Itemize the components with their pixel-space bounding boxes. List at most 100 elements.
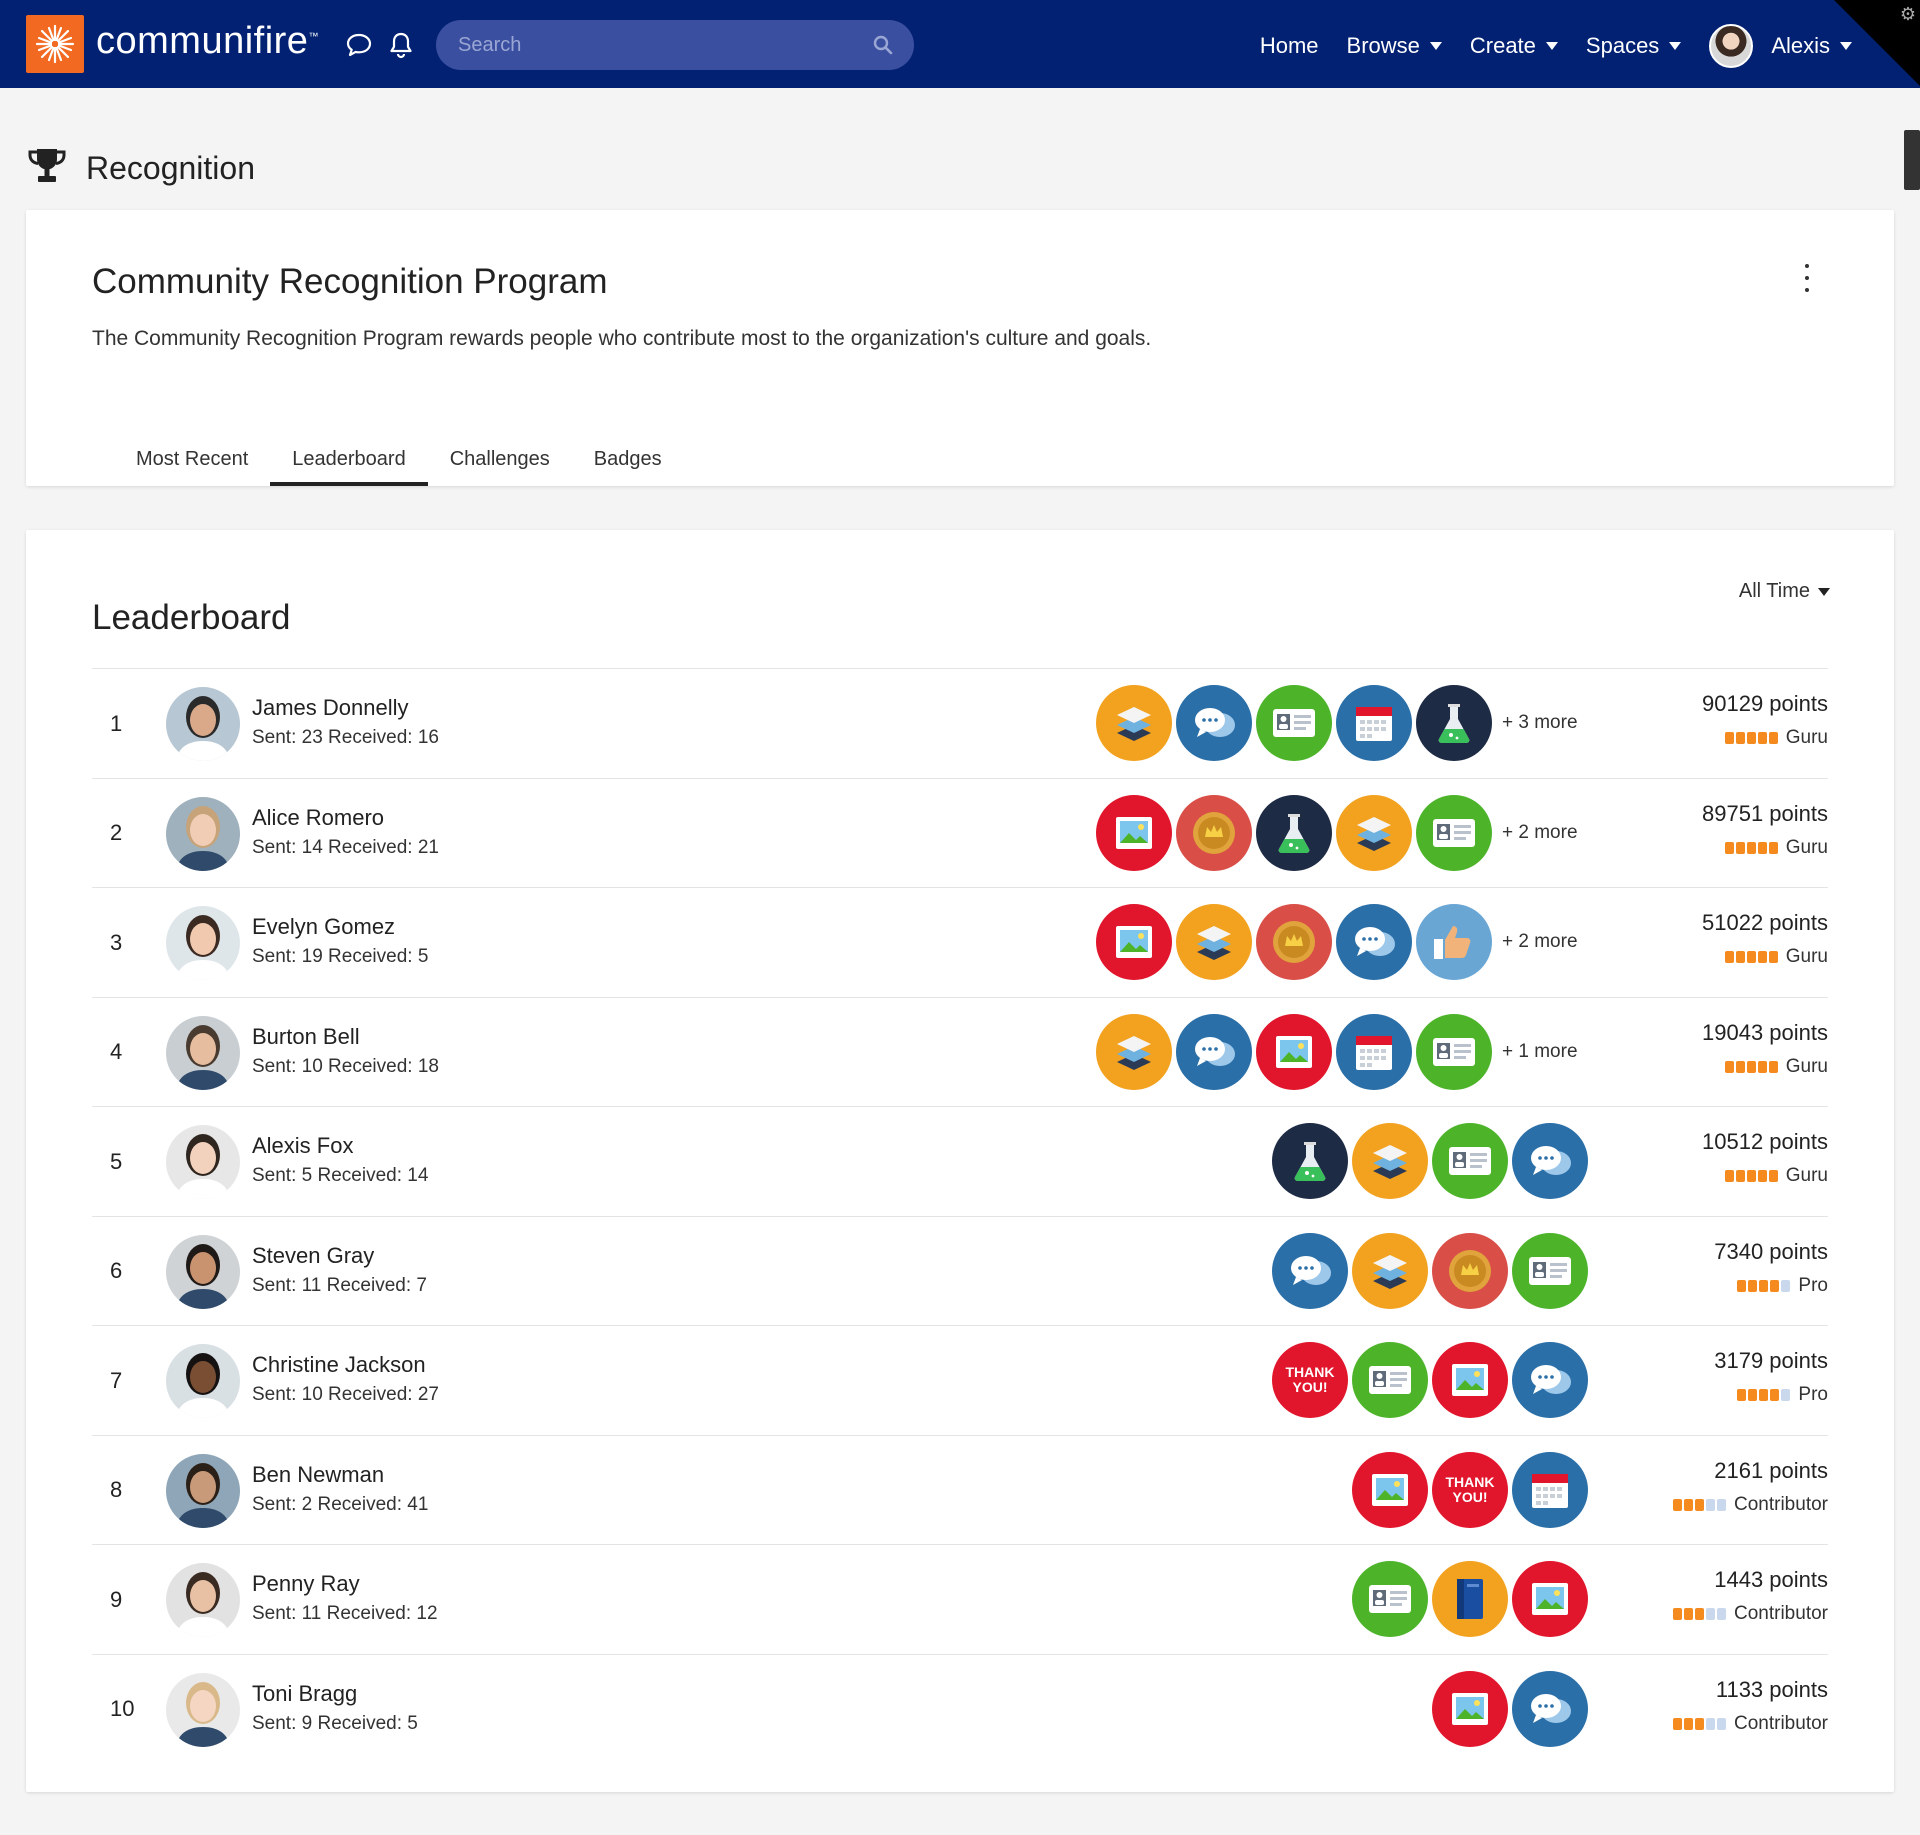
chat-badge-icon[interactable] <box>1176 685 1252 761</box>
more-badges-link[interactable]: + 2 more <box>1502 931 1588 953</box>
medal-badge-icon[interactable] <box>1176 794 1252 871</box>
more-options-icon[interactable] <box>1800 264 1814 292</box>
id-card-badge-icon[interactable] <box>1352 1561 1428 1637</box>
layers-badge-icon[interactable] <box>1176 904 1252 980</box>
layers-badge-icon[interactable] <box>1096 1013 1172 1090</box>
calendar-badge-icon[interactable] <box>1512 1451 1588 1528</box>
gear-icon[interactable]: ⚙ <box>1900 4 1916 25</box>
trophy-icon <box>26 146 68 191</box>
avatar[interactable] <box>166 1672 240 1747</box>
id-card-badge-icon[interactable] <box>1512 1232 1588 1309</box>
chat-badge-icon[interactable] <box>1176 1013 1252 1090</box>
avatar[interactable] <box>166 1563 240 1637</box>
tab-most-recent[interactable]: Most Recent <box>114 432 270 486</box>
avatar[interactable] <box>166 1344 240 1418</box>
avatar[interactable] <box>166 906 240 980</box>
image-badge-icon[interactable] <box>1432 1670 1508 1747</box>
badge-list: THANK YOU! <box>1352 1451 1588 1528</box>
user-name-link[interactable]: Toni Bragg <box>252 1681 357 1707</box>
tab-badges[interactable]: Badges <box>572 432 684 486</box>
rank-number: 9 <box>110 1586 123 1612</box>
leaderboard-card: Leaderboard All Time 1 James Donnelly Se… <box>26 530 1894 1792</box>
nav-browse[interactable]: Browse <box>1333 33 1456 59</box>
id-card-badge-icon[interactable] <box>1432 1123 1508 1199</box>
user-name-link[interactable]: Evelyn Gomez <box>252 914 395 940</box>
user-name-link[interactable]: Christine Jackson <box>252 1352 426 1378</box>
layers-badge-icon[interactable] <box>1352 1232 1428 1309</box>
medal-badge-icon[interactable] <box>1256 904 1332 980</box>
id-card-badge-icon[interactable] <box>1416 794 1492 871</box>
chat-icon[interactable] <box>344 30 374 60</box>
image-badge-icon[interactable] <box>1352 1451 1428 1528</box>
layers-badge-icon[interactable] <box>1336 794 1412 871</box>
user-name-link[interactable]: James Donnelly <box>252 695 409 721</box>
thank-you-badge-icon[interactable]: THANK YOU! <box>1272 1342 1348 1418</box>
more-badges-link[interactable]: + 3 more <box>1502 712 1588 734</box>
flask-badge-icon[interactable] <box>1416 685 1492 761</box>
calendar-badge-icon[interactable] <box>1336 1013 1412 1090</box>
badge-list: + 2 more <box>1096 794 1588 871</box>
scrollbar[interactable] <box>1904 130 1920 190</box>
bell-icon[interactable] <box>386 30 416 60</box>
image-badge-icon[interactable] <box>1256 1013 1332 1090</box>
avatar[interactable] <box>166 687 240 761</box>
search-icon[interactable] <box>872 34 894 56</box>
user-name-link[interactable]: Steven Gray <box>252 1243 374 1269</box>
chat-badge-icon[interactable] <box>1512 1670 1588 1747</box>
level-bar <box>1724 951 1778 963</box>
avatar[interactable] <box>166 1453 240 1528</box>
id-card-badge-icon[interactable] <box>1256 685 1332 761</box>
chat-badge-icon[interactable] <box>1512 1123 1588 1199</box>
badge-text: THANK <box>1445 1473 1495 1490</box>
layers-badge-icon[interactable] <box>1096 685 1172 761</box>
chat-badge-icon[interactable] <box>1272 1232 1348 1309</box>
chevron-down-icon <box>1669 42 1682 50</box>
chat-badge-icon[interactable] <box>1336 904 1412 980</box>
user-name-link[interactable]: Ben Newman <box>252 1462 384 1488</box>
more-badges-link[interactable]: + 1 more <box>1502 1041 1588 1063</box>
calendar-badge-icon[interactable] <box>1336 685 1412 761</box>
brand-name[interactable]: communifire™ <box>96 20 319 63</box>
leaderboard-row: 5 Alexis Fox Sent: 5 Received: 14 10512 … <box>92 1106 1828 1216</box>
layers-badge-icon[interactable] <box>1352 1123 1428 1199</box>
user-name-link[interactable]: Alice Romero <box>252 805 384 831</box>
communifire-logo-icon[interactable] <box>26 15 84 73</box>
main-nav: Home Browse Create Spaces Alexis <box>1246 18 1866 74</box>
level-label: Contributor <box>1734 1493 1828 1515</box>
thank-you-badge-icon[interactable]: THANK YOU! <box>1432 1451 1508 1528</box>
tab-challenges[interactable]: Challenges <box>428 432 572 486</box>
medal-badge-icon[interactable] <box>1432 1232 1508 1309</box>
search-input[interactable] <box>436 20 914 70</box>
id-card-badge-icon[interactable] <box>1416 1013 1492 1090</box>
leaderboard-list: 1 James Donnelly Sent: 23 Received: 16 +… <box>92 668 1828 1763</box>
avatar[interactable] <box>166 796 240 871</box>
points-value: 3179 points <box>1714 1348 1828 1373</box>
avatar[interactable] <box>166 1234 240 1309</box>
avatar[interactable] <box>166 1125 240 1199</box>
nav-home[interactable]: Home <box>1246 33 1333 59</box>
leaderboard-row: 7 Christine Jackson Sent: 10 Received: 2… <box>92 1325 1828 1435</box>
user-name-link[interactable]: Burton Bell <box>252 1024 360 1050</box>
book-badge-icon[interactable] <box>1432 1561 1508 1637</box>
thumbs-up-badge-icon[interactable] <box>1416 904 1492 980</box>
nav-create[interactable]: Create <box>1456 33 1572 59</box>
flask-badge-icon[interactable] <box>1256 794 1332 871</box>
image-badge-icon[interactable] <box>1512 1561 1588 1637</box>
image-badge-icon[interactable] <box>1096 904 1172 980</box>
avatar[interactable] <box>166 1015 240 1090</box>
image-badge-icon[interactable] <box>1096 794 1172 871</box>
tab-leaderboard[interactable]: Leaderboard <box>270 432 429 486</box>
level-indicator: Guru <box>1724 727 1828 749</box>
flask-badge-icon[interactable] <box>1272 1123 1348 1199</box>
points-value: 10512 points <box>1702 1129 1828 1154</box>
nav-spaces[interactable]: Spaces <box>1572 33 1695 59</box>
user-name-link[interactable]: Penny Ray <box>252 1571 360 1597</box>
more-badges-link[interactable]: + 2 more <box>1502 822 1588 844</box>
time-filter-dropdown[interactable]: All Time <box>1739 580 1830 603</box>
chat-badge-icon[interactable] <box>1512 1342 1588 1418</box>
id-card-badge-icon[interactable] <box>1352 1342 1428 1418</box>
image-badge-icon[interactable] <box>1432 1342 1508 1418</box>
user-stats: Sent: 2 Received: 41 <box>252 1493 429 1515</box>
user-name-link[interactable]: Alexis Fox <box>252 1133 353 1159</box>
level-bar <box>1673 1717 1726 1730</box>
